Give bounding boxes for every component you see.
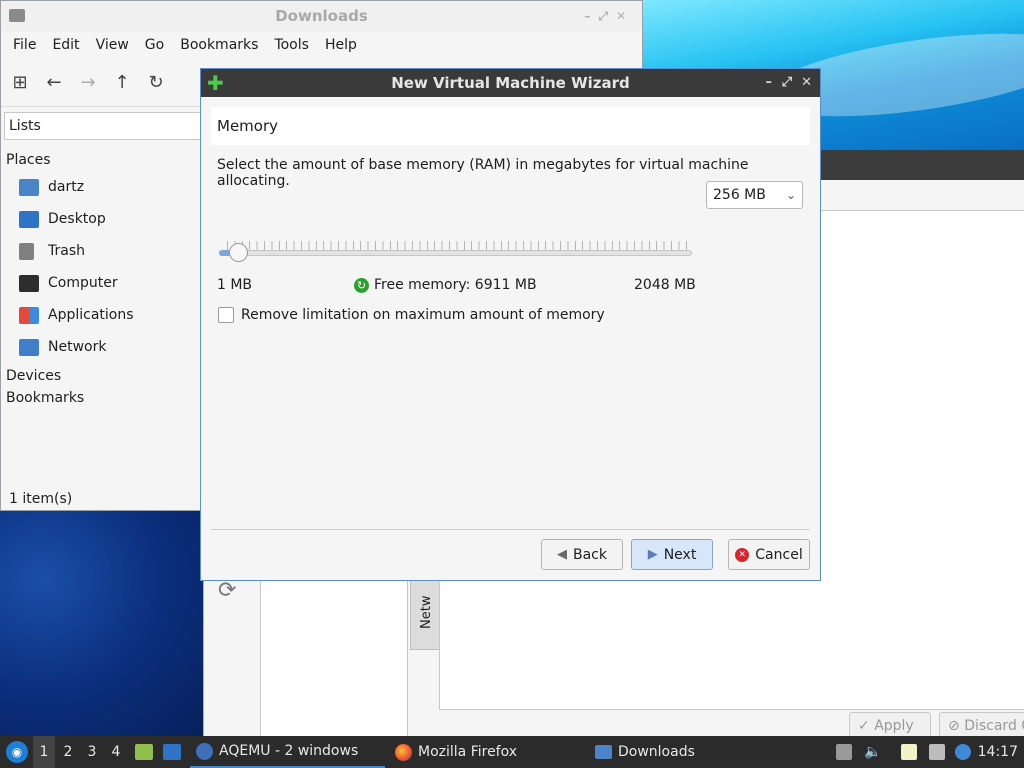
checkmark-icon: ✓: [858, 718, 875, 734]
workspace-3[interactable]: 3: [81, 736, 103, 768]
places-sidebar: Places dartz Desktop Trash Computer Appl…: [6, 149, 206, 409]
next-button[interactable]: ▶ Next: [631, 539, 713, 570]
new-window-icon[interactable]: ⊞: [11, 72, 29, 93]
slider-handle[interactable]: [229, 243, 248, 262]
sidebar-mode-select[interactable]: Lists: [4, 112, 204, 140]
task-downloads[interactable]: Downloads: [593, 736, 783, 768]
sidebar-item-trash[interactable]: Trash: [6, 235, 206, 267]
firefox-icon: [395, 743, 412, 761]
close-icon[interactable]: ✕: [801, 69, 812, 97]
cancel-icon: ✕: [735, 547, 750, 562]
sidebar-item-desktop[interactable]: Desktop: [6, 203, 206, 235]
chevron-down-icon: ⌄: [785, 188, 796, 202]
reload-icon[interactable]: ↻: [147, 72, 165, 93]
computer-icon: [19, 274, 39, 292]
workspace-1[interactable]: 1: [33, 736, 55, 768]
slider-min-label: 1 MB: [217, 277, 253, 293]
menu-go[interactable]: Go: [137, 37, 172, 53]
folder-icon: [9, 9, 25, 22]
start-menu-icon[interactable]: ◉: [6, 741, 28, 763]
aqemu-dark-bar: [821, 150, 1024, 180]
menu-bookmarks[interactable]: Bookmarks: [172, 37, 266, 53]
new-vm-wizard-dialog: ✚ New Virtual Machine Wizard – ⤢ ✕ Memor…: [200, 68, 821, 581]
discard-icon: ⊘: [948, 718, 965, 734]
maximize-icon[interactable]: ⤢: [782, 69, 792, 97]
update-notification-icon[interactable]: [955, 744, 971, 760]
sidebar-item-dartz[interactable]: dartz: [6, 171, 206, 203]
sidebar-item-applications[interactable]: Applications: [6, 299, 206, 331]
wizard-title: New Virtual Machine Wizard: [391, 74, 630, 92]
window-title: Downloads: [275, 7, 368, 25]
menu-edit[interactable]: Edit: [44, 37, 87, 53]
tab-network-label: Netw: [419, 595, 434, 629]
bookmarks-label[interactable]: Bookmarks: [6, 387, 206, 409]
network-status-icon[interactable]: [929, 744, 945, 760]
folder-icon: [595, 745, 612, 759]
devices-label[interactable]: Devices: [6, 365, 206, 387]
up-arrow-icon[interactable]: ↑: [113, 72, 131, 93]
back-arrow-icon[interactable]: ←: [45, 72, 63, 93]
menu-tools[interactable]: Tools: [266, 37, 317, 53]
cancel-button[interactable]: ✕ Cancel: [728, 539, 810, 570]
button-separator: [211, 529, 810, 530]
tray-arrow-icon[interactable]: [836, 744, 852, 760]
wallpaper-bottom: [0, 510, 210, 740]
remove-limit-label: Remove limitation on maximum amount of m…: [241, 307, 605, 323]
network-folder-icon: [19, 338, 39, 356]
aqemu-icon: [196, 742, 213, 760]
tab-network[interactable]: Netw: [410, 580, 440, 650]
next-arrow-icon: ▶: [647, 547, 658, 562]
minimize-icon[interactable]: –: [766, 69, 773, 97]
slider-groove: [219, 250, 692, 256]
refresh-green-icon[interactable]: ↻: [354, 277, 369, 293]
workspace-2[interactable]: 2: [57, 736, 79, 768]
task-firefox[interactable]: Mozilla Firefox: [393, 736, 583, 768]
wizard-titlebar[interactable]: ✚ New Virtual Machine Wizard – ⤢ ✕: [201, 69, 820, 97]
menu-view[interactable]: View: [88, 37, 137, 53]
show-desktop-icon[interactable]: [163, 744, 181, 760]
workspace-4[interactable]: 4: [105, 736, 127, 768]
remove-limit-checkbox-row[interactable]: Remove limitation on maximum amount of m…: [218, 307, 605, 323]
memory-size-select[interactable]: 256 MB ⌄: [706, 181, 803, 209]
menu-help[interactable]: Help: [317, 37, 365, 53]
places-label: Places: [6, 152, 51, 168]
task-aqemu[interactable]: AQEMU - 2 windows: [190, 736, 385, 768]
status-bar: 1 item(s): [9, 491, 73, 507]
slider-max-label: 2048 MB: [634, 277, 696, 293]
sidebar-item-network[interactable]: Network: [6, 331, 206, 363]
desktop: ⟳ Netw ✓ Apply ⊘ Discard C Downloads –⤢✕…: [0, 0, 1024, 768]
remove-limit-checkbox[interactable]: [218, 307, 234, 323]
file-manager-launcher-icon[interactable]: [135, 744, 153, 760]
window-controls[interactable]: –⤢✕: [584, 1, 634, 31]
sidebar-item-computer[interactable]: Computer: [6, 267, 206, 299]
home-folder-icon: [19, 178, 39, 196]
page-title: Memory: [211, 107, 810, 145]
free-memory-label: ↻ Free memory: 6911 MB: [354, 277, 537, 293]
taskbar: ◉ 1 2 3 4 AQEMU - 2 windows Mozilla Fire…: [0, 736, 1024, 768]
file-manager-titlebar[interactable]: Downloads –⤢✕: [1, 1, 642, 31]
plus-icon: ✚: [207, 71, 224, 95]
menu-file[interactable]: File: [5, 37, 44, 53]
memory-slider[interactable]: [219, 237, 692, 267]
applications-icon: [19, 306, 39, 324]
clipboard-icon[interactable]: [901, 744, 917, 760]
back-arrow-icon: ◀: [557, 547, 567, 562]
back-button[interactable]: ◀ Back: [541, 539, 623, 570]
clock[interactable]: 14:17: [978, 736, 1018, 768]
desktop-icon: [19, 210, 39, 228]
trash-icon: [19, 242, 34, 260]
volume-icon[interactable]: 🔈: [864, 744, 881, 760]
memory-size-value: 256 MB: [713, 187, 766, 203]
menubar: File Edit View Go Bookmarks Tools Help: [1, 31, 642, 59]
forward-arrow-icon[interactable]: →: [79, 72, 97, 93]
refresh-icon[interactable]: ⟳: [218, 578, 236, 603]
